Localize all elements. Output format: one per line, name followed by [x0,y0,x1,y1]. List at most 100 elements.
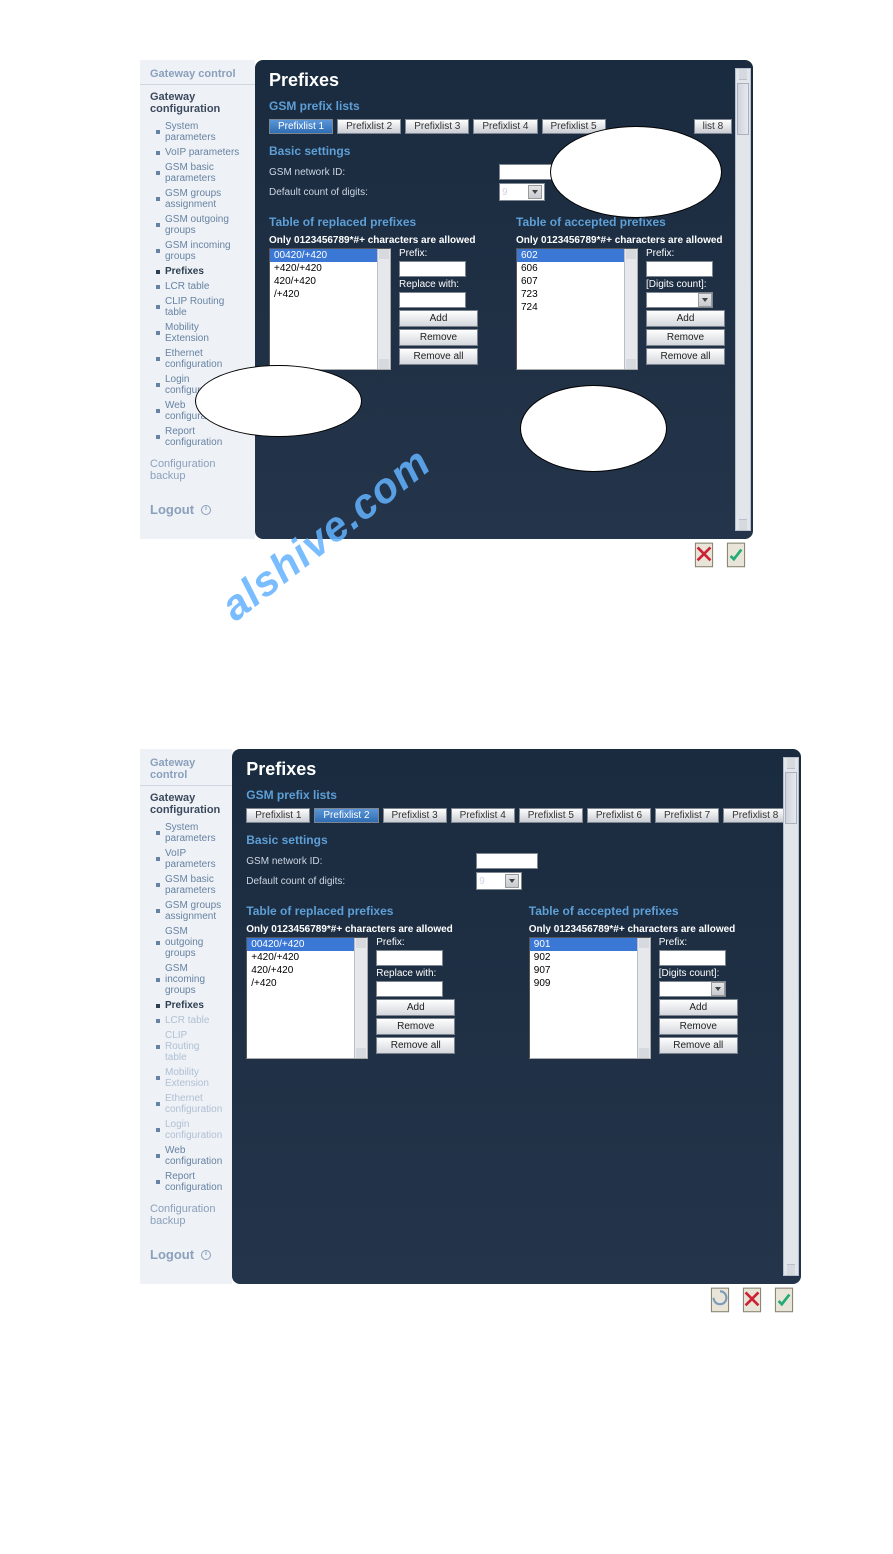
sidebar-item[interactable]: GSM incoming groups [140,238,255,264]
logout-link[interactable]: Logout [140,490,255,529]
apply-config-icon[interactable] [771,1286,797,1316]
listbox-scrollbar[interactable] [637,938,650,1058]
sidebar-item[interactable]: Report configuration [140,424,255,450]
sidebar-item[interactable]: System parameters [140,119,255,145]
scrollbar-thumb[interactable] [737,83,749,135]
list-item[interactable]: 606 [517,262,637,275]
btn-remove[interactable]: Remove [376,1018,455,1035]
tab-prefixlist-7[interactable]: Prefixlist 7 [655,808,719,823]
list-item[interactable]: 902 [530,951,650,964]
tab-prefixlist-1[interactable]: Prefixlist 1 [269,119,333,134]
apply-config-icon[interactable] [723,541,749,571]
input-replace[interactable] [399,292,466,308]
listbox-accepted[interactable]: 901 902 907 909 [529,937,651,1059]
sidebar-item[interactable]: Mobility Extension [140,1065,232,1091]
sidebar-item[interactable]: Login configuration [140,372,255,398]
list-item[interactable]: 420/+420 [270,275,390,288]
input-prefix[interactable] [659,950,726,966]
sidebar-item[interactable]: Ethernet configuration [140,1091,232,1117]
list-item[interactable]: /+420 [247,977,367,990]
sidebar-item[interactable]: Ethernet configuration [140,346,255,372]
select-default-digits[interactable]: 9 [476,872,522,890]
list-item[interactable]: +420/+420 [247,951,367,964]
sidebar-item[interactable]: GSM incoming groups [140,961,232,998]
sidebar-item[interactable]: Web configuration [140,398,255,424]
list-item[interactable]: 00420/+420 [270,249,390,262]
delete-config-icon[interactable] [739,1286,765,1316]
btn-remove[interactable]: Remove [646,329,725,346]
tab-prefixlist-4[interactable]: Prefixlist 4 [473,119,537,134]
btn-add[interactable]: Add [376,999,455,1016]
gateway-control-header[interactable]: Gateway control [140,60,255,84]
sidebar-item[interactable]: GSM outgoing groups [140,924,232,961]
list-item[interactable]: 00420/+420 [247,938,367,951]
btn-remove-all[interactable]: Remove all [399,348,478,365]
tab-prefixlist-4[interactable]: Prefixlist 4 [451,808,515,823]
list-item[interactable]: 607 [517,275,637,288]
sidebar-item-prefixes[interactable]: Prefixes [140,998,232,1013]
sidebar-item-prefixes[interactable]: Prefixes [140,264,255,279]
btn-remove-all[interactable]: Remove all [646,348,725,365]
tab-prefixlist-1[interactable]: Prefixlist 1 [246,808,310,823]
sidebar-item[interactable]: VoIP parameters [140,846,232,872]
gateway-control-header[interactable]: Gateway control [140,749,232,785]
select-default-digits[interactable]: 9 [499,183,545,201]
config-backup[interactable]: Configuration backup [140,450,255,490]
input-network-id[interactable] [499,164,561,180]
list-item[interactable]: /+420 [270,288,390,301]
listbox-scrollbar[interactable] [624,249,637,369]
tab-prefixlist-5[interactable]: Prefixlist 5 [519,808,583,823]
tab-prefixlist-3[interactable]: Prefixlist 3 [383,808,447,823]
sidebar-item[interactable]: CLIP Routing table [140,1028,232,1065]
sidebar-item[interactable]: GSM basic parameters [140,160,255,186]
listbox-replaced[interactable]: 00420/+420 +420/+420 420/+420 /+420 [269,248,391,370]
select-digits-count[interactable] [646,292,713,308]
sidebar-item[interactable]: GSM groups assignment [140,898,232,924]
btn-remove-all[interactable]: Remove all [376,1037,455,1054]
scrollbar[interactable] [735,68,751,531]
sidebar-item[interactable]: LCR table [140,279,255,294]
sidebar-item[interactable]: GSM basic parameters [140,872,232,898]
sidebar-item[interactable]: Login configuration [140,1117,232,1143]
btn-remove-all[interactable]: Remove all [659,1037,738,1054]
select-digits-count[interactable] [659,981,726,997]
sidebar-item[interactable]: GSM groups assignment [140,186,255,212]
sidebar-item[interactable]: VoIP parameters [140,145,255,160]
btn-remove[interactable]: Remove [399,329,478,346]
sidebar-item[interactable]: LCR table [140,1013,232,1028]
tab-prefixlist-8[interactable]: list 8 [694,119,733,134]
input-prefix[interactable] [646,261,713,277]
list-item[interactable]: 723 [517,288,637,301]
sidebar-item[interactable]: GSM outgoing groups [140,212,255,238]
reload-config-icon[interactable] [707,1286,733,1316]
list-item[interactable]: 724 [517,301,637,314]
sidebar-item[interactable]: CLIP Routing table [140,294,255,320]
btn-add[interactable]: Add [646,310,725,327]
tab-prefixlist-3[interactable]: Prefixlist 3 [405,119,469,134]
tab-prefixlist-6[interactable]: Prefixlist 6 [587,808,651,823]
tab-prefixlist-8[interactable]: Prefixlist 8 [723,808,787,823]
listbox-scrollbar[interactable] [377,249,390,369]
tab-prefixlist-2[interactable]: Prefixlist 2 [314,808,378,823]
delete-config-icon[interactable] [691,541,717,571]
config-backup[interactable]: Configuration backup [140,1195,232,1235]
tab-prefixlist-2[interactable]: Prefixlist 2 [337,119,401,134]
list-item[interactable]: 602 [517,249,637,262]
input-prefix[interactable] [376,950,443,966]
list-item[interactable]: 907 [530,964,650,977]
input-network-id[interactable] [476,853,538,869]
sidebar-item[interactable]: Web configuration [140,1143,232,1169]
btn-add[interactable]: Add [399,310,478,327]
tab-prefixlist-5[interactable]: Prefixlist 5 [542,119,606,134]
list-item[interactable]: 909 [530,977,650,990]
btn-add[interactable]: Add [659,999,738,1016]
input-replace[interactable] [376,981,443,997]
listbox-accepted[interactable]: 602 606 607 723 724 [516,248,638,370]
list-item[interactable]: +420/+420 [270,262,390,275]
sidebar-item[interactable]: System parameters [140,820,232,846]
sidebar-item[interactable]: Report configuration [140,1169,232,1195]
logout-link[interactable]: Logout [140,1235,232,1274]
sidebar-item[interactable]: Mobility Extension [140,320,255,346]
input-prefix[interactable] [399,261,466,277]
list-item[interactable]: 420/+420 [247,964,367,977]
